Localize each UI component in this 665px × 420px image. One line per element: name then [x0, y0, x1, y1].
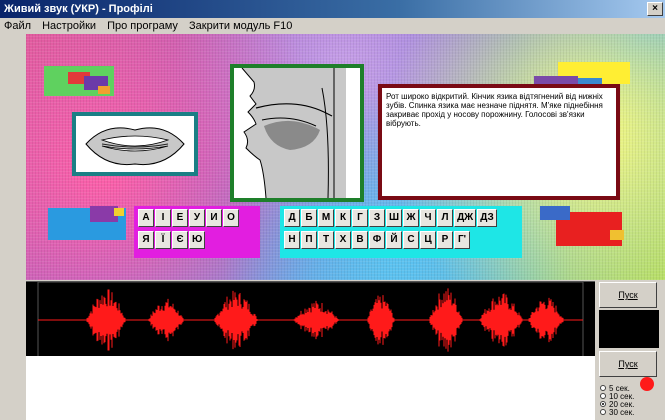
key-ye[interactable]: Є: [172, 231, 188, 249]
radio-circle-icon[interactable]: [600, 409, 606, 415]
waveform-burst: [293, 300, 339, 340]
waveform-display: [26, 281, 595, 358]
key-r[interactable]: Р: [437, 231, 453, 249]
key-s[interactable]: С: [403, 231, 419, 249]
articulation-description-panel: Рот широко відкритий. Кінчик язика відтя…: [378, 84, 620, 200]
waveform-burst: [214, 290, 258, 350]
waveform-bursts: [86, 288, 564, 352]
key-kh[interactable]: Х: [335, 231, 351, 249]
decor-block-top-left: [44, 62, 118, 98]
decor-block-bottom-right: [540, 198, 636, 250]
key-t[interactable]: Т: [318, 231, 334, 249]
key-i[interactable]: І: [155, 209, 171, 227]
waveform-burst: [367, 295, 395, 345]
waveform-svg: [37, 281, 584, 358]
radio-circle-selected-icon[interactable]: [600, 401, 606, 407]
menu-close-module[interactable]: Закрити модуль F10: [185, 20, 296, 32]
radio-circle-icon[interactable]: [600, 385, 606, 391]
waveform-burst: [86, 289, 126, 351]
key-sh[interactable]: Ш: [386, 209, 403, 227]
radio-circle-icon[interactable]: [600, 393, 606, 399]
consonant-row-1: Д Б М К Г З Ш Ж Ч Л ДЖ ДЗ: [284, 209, 518, 227]
consonant-row-2: Н П Т Х В Ф Й С Ц Р Г': [284, 231, 518, 249]
articulation-profile-picture: [230, 64, 364, 202]
key-e[interactable]: Е: [172, 209, 188, 227]
play-button-top[interactable]: Пуск: [599, 282, 657, 308]
vowel-row-1: А І Е У И О: [138, 209, 256, 227]
key-ya[interactable]: Я: [138, 231, 154, 249]
window-title: Живий звук (УКР) - Профілі: [4, 3, 153, 15]
head-profile-illustration: [241, 67, 346, 199]
key-zh[interactable]: Ж: [403, 209, 420, 227]
key-f[interactable]: Ф: [369, 231, 385, 249]
key-u[interactable]: У: [189, 209, 205, 227]
key-z[interactable]: З: [369, 209, 385, 227]
key-ts[interactable]: Ц: [420, 231, 436, 249]
close-button[interactable]: ×: [647, 2, 663, 16]
decor-block-bottom-left: [44, 198, 130, 246]
key-g[interactable]: Г': [454, 231, 470, 249]
waveform-burst: [528, 297, 564, 343]
key-p[interactable]: П: [301, 231, 317, 249]
waveform-burst: [148, 298, 184, 342]
key-k[interactable]: К: [335, 209, 351, 227]
lower-canvas: [26, 356, 595, 420]
key-a[interactable]: А: [138, 209, 154, 227]
menu-settings[interactable]: Настройки: [38, 20, 100, 32]
key-h[interactable]: Г: [352, 209, 368, 227]
menu-bar: Файл Настройки Про програму Закрити моду…: [0, 18, 665, 34]
key-j[interactable]: Й: [386, 231, 402, 249]
key-b[interactable]: Б: [301, 209, 317, 227]
key-d[interactable]: Д: [284, 209, 300, 227]
radio-10-sec[interactable]: 10 сек.: [600, 392, 660, 400]
right-black-panel: [599, 310, 659, 348]
left-margin: [0, 34, 26, 420]
radio-20-sec[interactable]: 20 сек.: [600, 400, 660, 408]
key-m[interactable]: М: [318, 209, 334, 227]
key-v[interactable]: В: [352, 231, 368, 249]
menu-file[interactable]: Файл: [0, 20, 35, 32]
key-yi[interactable]: Ї: [155, 231, 171, 249]
key-y[interactable]: И: [206, 209, 222, 227]
key-ch[interactable]: Ч: [420, 209, 437, 227]
vowel-keyboard: А І Е У И О Я Ї Є Ю: [134, 206, 260, 258]
key-o[interactable]: О: [223, 209, 239, 227]
lips-illustration: [85, 127, 185, 166]
vowel-row-2: Я Ї Є Ю: [138, 231, 256, 249]
key-dzh[interactable]: ДЖ: [454, 209, 477, 227]
key-n[interactable]: Н: [284, 231, 300, 249]
articulation-stage: Рот широко відкритий. Кінчик язика відтя…: [26, 34, 665, 280]
waveform-burst: [479, 293, 523, 347]
articulation-description: Рот широко відкритий. Кінчик язика відтя…: [386, 92, 603, 128]
lips-picture: [72, 112, 198, 176]
menu-about[interactable]: Про програму: [103, 20, 182, 32]
consonant-keyboard: Д Б М К Г З Ш Ж Ч Л ДЖ ДЗ Н П Т Х В Ф Й …: [280, 206, 522, 258]
title-bar: Живий звук (УКР) - Профілі ×: [0, 0, 665, 18]
key-yu[interactable]: Ю: [189, 231, 206, 249]
key-dz[interactable]: ДЗ: [477, 209, 497, 227]
key-l[interactable]: Л: [437, 209, 454, 227]
play-button-bottom[interactable]: Пуск: [599, 351, 657, 377]
record-indicator-icon: [640, 377, 654, 391]
waveform-burst: [429, 288, 463, 352]
radio-30-sec[interactable]: 30 сек.: [600, 408, 660, 416]
